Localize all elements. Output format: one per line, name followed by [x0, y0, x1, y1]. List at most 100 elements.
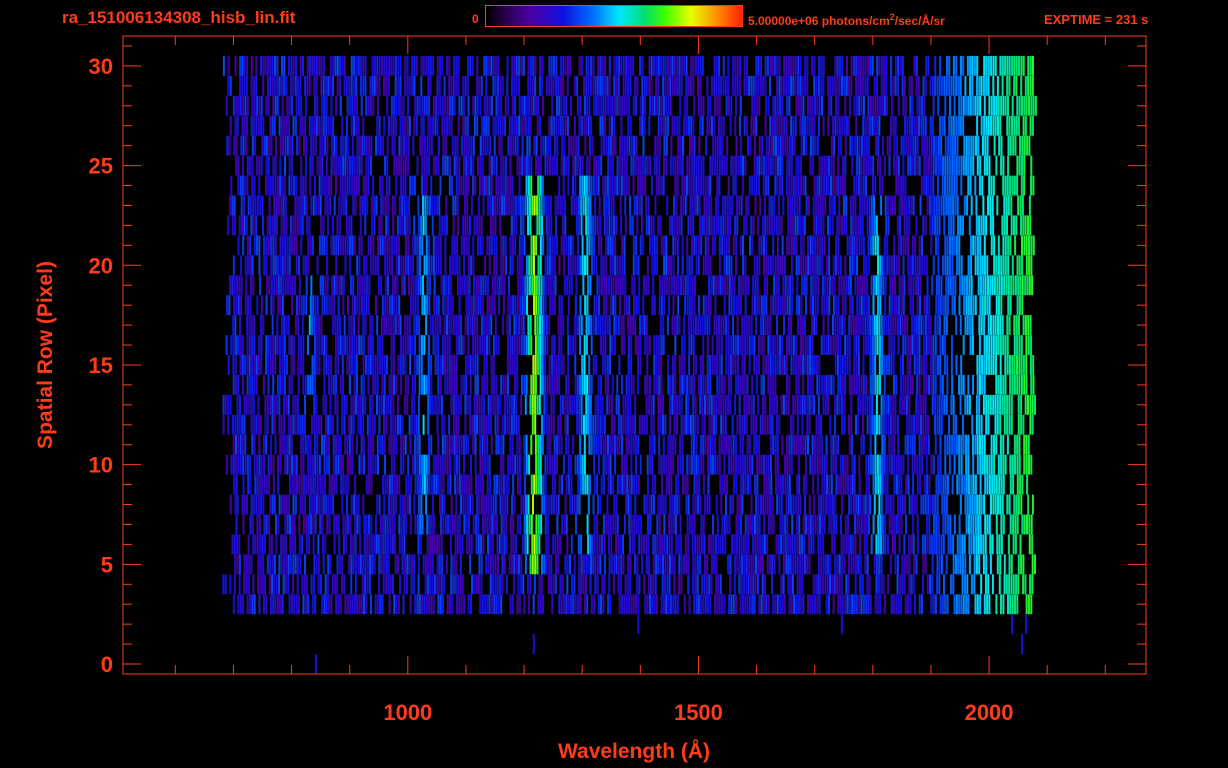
heatmap-cell [292, 494, 295, 515]
heatmap-cell [246, 335, 249, 355]
heatmap-cell [830, 374, 833, 395]
heatmap-cell [841, 494, 844, 515]
heatmap-cell [391, 275, 394, 296]
heatmap-cell [929, 355, 932, 375]
heatmap-cell [906, 554, 909, 575]
heatmap-cell [701, 534, 703, 555]
heatmap-cell [534, 554, 537, 575]
heatmap-cell [763, 534, 766, 555]
heatmap-cell [367, 295, 370, 316]
heatmap-cell [658, 514, 661, 535]
heatmap-cell [799, 355, 802, 375]
heatmap-cell [600, 474, 603, 495]
heatmap-cell [570, 474, 573, 495]
heatmap-cell [999, 355, 1002, 375]
heatmap-cell [872, 474, 875, 495]
heatmap-cell [890, 315, 893, 335]
heatmap-cell [774, 434, 777, 455]
heatmap-cell [1014, 235, 1017, 256]
heatmap-cell [375, 195, 378, 216]
heatmap-cell [233, 474, 236, 495]
heatmap-cell [730, 594, 733, 615]
heatmap-cell [1020, 494, 1023, 515]
heatmap-cell [882, 275, 885, 296]
heatmap-cell [725, 494, 727, 515]
heatmap-cell [300, 434, 303, 455]
heatmap-cell [234, 554, 237, 575]
heatmap-cell [551, 255, 554, 276]
heatmap-cell [858, 235, 861, 256]
heatmap-cell [369, 434, 372, 455]
heatmap-cell [529, 215, 532, 236]
heatmap-cell [302, 454, 305, 475]
heatmap-cell [796, 394, 799, 415]
heatmap-cell [443, 414, 446, 435]
heatmap-cell [715, 554, 718, 575]
heatmap-cell [236, 275, 238, 296]
heatmap-cell [421, 374, 423, 395]
heatmap-cell [887, 494, 890, 515]
heatmap-cell [631, 414, 634, 435]
heatmap-cell [409, 514, 412, 535]
heatmap-cell [463, 235, 465, 256]
heatmap-cell [555, 554, 558, 575]
heatmap-cell [955, 554, 957, 575]
heatmap-cell [920, 414, 923, 435]
heatmap-cell [894, 534, 896, 555]
heatmap-cell [805, 514, 808, 535]
heatmap-cell [464, 215, 467, 236]
heatmap-cell [685, 414, 688, 435]
heatmap-cell [929, 315, 932, 335]
heatmap-cell [740, 534, 743, 555]
heatmap-cell [553, 454, 556, 475]
heatmap-cell [530, 235, 533, 256]
heatmap-cell [376, 594, 379, 615]
heatmap-cell [642, 235, 645, 256]
heatmap-cell [821, 534, 824, 555]
heatmap-cell [1012, 474, 1015, 495]
heatmap-cell [743, 394, 746, 415]
heatmap-cell [906, 394, 909, 415]
heatmap-cell [492, 494, 495, 515]
heatmap-cell [923, 434, 926, 455]
heatmap-cell [727, 215, 729, 236]
heatmap-cell [603, 275, 606, 296]
heatmap-cell [406, 394, 409, 415]
heatmap-cell [662, 315, 665, 335]
heatmap-cell [291, 514, 294, 535]
heatmap-cell [784, 295, 787, 316]
heatmap-cell [576, 594, 579, 615]
heatmap-cell [391, 514, 394, 535]
heatmap-cell [885, 215, 888, 236]
heatmap-cell [536, 315, 539, 335]
heatmap-cell [710, 574, 713, 595]
heatmap-cell [742, 275, 745, 296]
heatmap-cell [524, 534, 527, 555]
heatmap-cell [735, 295, 738, 316]
heatmap-cell [390, 374, 393, 395]
heatmap-cell [974, 594, 977, 615]
heatmap-cell [478, 494, 481, 515]
heatmap-cell [755, 315, 758, 335]
heatmap-cell [274, 255, 277, 276]
heatmap-cell [925, 255, 928, 276]
heatmap-cell [469, 215, 471, 236]
heatmap-cell [678, 355, 681, 375]
heatmap-cell [448, 335, 451, 355]
heatmap-cell [823, 235, 826, 256]
heatmap-cell [599, 394, 602, 415]
heatmap-cell [956, 474, 959, 495]
heatmap-cell [907, 275, 910, 296]
heatmap-cell [229, 394, 232, 415]
heatmap-cell [970, 255, 972, 276]
heatmap-cell [426, 514, 429, 535]
heatmap-cell [245, 275, 248, 296]
heatmap-cell [749, 454, 751, 475]
heatmap-cell [836, 394, 839, 415]
heatmap-cell [600, 235, 603, 256]
heatmap-cell [1026, 474, 1029, 495]
heatmap-cell [465, 295, 468, 316]
heatmap-cell [944, 235, 947, 256]
heatmap-cell [322, 275, 324, 296]
heatmap-cell [305, 255, 307, 276]
